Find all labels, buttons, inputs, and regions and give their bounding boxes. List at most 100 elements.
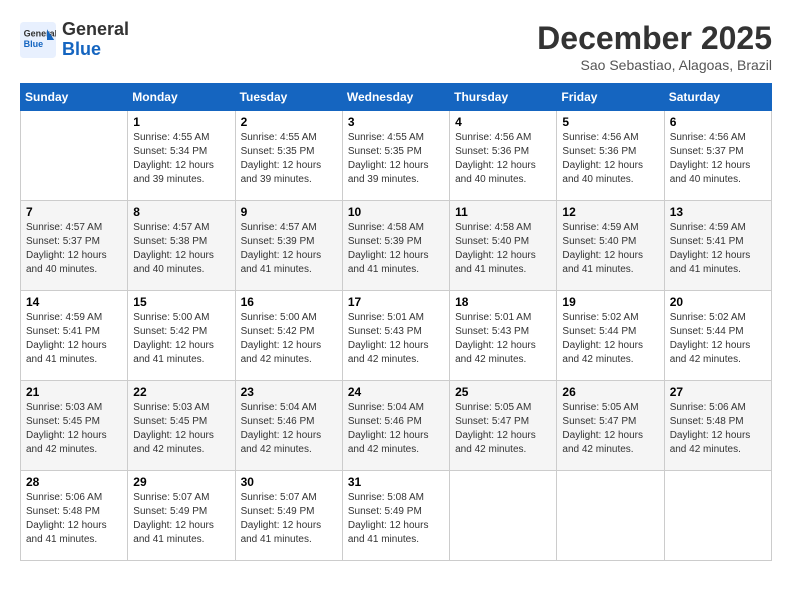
logo-blue: Blue	[62, 39, 101, 59]
week-row-4: 28Sunrise: 5:06 AM Sunset: 5:48 PM Dayli…	[21, 471, 772, 561]
calendar-cell	[450, 471, 557, 561]
day-number: 17	[348, 295, 444, 309]
day-number: 29	[133, 475, 229, 489]
day-number: 21	[26, 385, 122, 399]
calendar-cell: 11 Sunrise: 4:58 AM Sunset: 5:40 PM Dayli…	[450, 201, 557, 291]
calendar-cell: 30 Sunrise: 5:07 AM Sunset: 5:49 PM Dayli…	[235, 471, 342, 561]
day-number: 9	[241, 205, 337, 219]
calendar-cell: 22 Sunrise: 5:03 AM Sunset: 5:45 PM Dayli…	[128, 381, 235, 471]
logo-general: General	[62, 19, 129, 39]
calendar-cell: 21 Sunrise: 5:03 AM Sunset: 5:45 PM Dayli…	[21, 381, 128, 471]
day-number: 31	[348, 475, 444, 489]
calendar-cell: 3Sunrise: 4:55 AM Sunset: 5:35 PM Daylig…	[342, 111, 449, 201]
calendar-cell: 18Sunrise: 5:01 AM Sunset: 5:43 PM Dayli…	[450, 291, 557, 381]
calendar-cell: 31 Sunrise: 5:08 AM Sunset: 5:49 PM Dayli…	[342, 471, 449, 561]
calendar-cell: 2 Sunrise: 4:55 AM Sunset: 5:35 PM Daylig…	[235, 111, 342, 201]
day-number: 15	[133, 295, 229, 309]
page-header: General Blue General Blue December 2025 …	[20, 20, 772, 73]
calendar-cell	[21, 111, 128, 201]
day-info: Sunrise: 4:55 AM Sunset: 5:35 PM Dayligh…	[348, 131, 444, 187]
calendar-cell	[664, 471, 771, 561]
day-header-monday: Monday	[128, 84, 235, 111]
calendar-cell: 28Sunrise: 5:06 AM Sunset: 5:48 PM Dayli…	[21, 471, 128, 561]
day-info: Sunrise: 5:02 AM Sunset: 5:44 PM Dayligh…	[670, 311, 766, 367]
day-number: 19	[562, 295, 658, 309]
calendar-cell: 23Sunrise: 5:04 AM Sunset: 5:46 PM Dayli…	[235, 381, 342, 471]
day-info: Sunrise: 4:58 AM Sunset: 5:40 PM Dayligh…	[455, 221, 551, 277]
day-info: Sunrise: 5:06 AM Sunset: 5:48 PM Dayligh…	[670, 401, 766, 457]
day-info: Sunrise: 4:58 AM Sunset: 5:39 PM Dayligh…	[348, 221, 444, 277]
calendar-cell: 5 Sunrise: 4:56 AM Sunset: 5:36 PM Daylig…	[557, 111, 664, 201]
day-info: Sunrise: 5:01 AM Sunset: 5:43 PM Dayligh…	[455, 311, 551, 367]
week-row-0: 1Sunrise: 4:55 AM Sunset: 5:34 PM Daylig…	[21, 111, 772, 201]
day-number: 1	[133, 115, 229, 129]
day-number: 22	[133, 385, 229, 399]
week-row-1: 7 Sunrise: 4:57 AM Sunset: 5:37 PM Daylig…	[21, 201, 772, 291]
day-number: 10	[348, 205, 444, 219]
calendar-cell: 12Sunrise: 4:59 AM Sunset: 5:40 PM Dayli…	[557, 201, 664, 291]
calendar-cell: 8 Sunrise: 4:57 AM Sunset: 5:38 PM Daylig…	[128, 201, 235, 291]
day-info: Sunrise: 4:57 AM Sunset: 5:38 PM Dayligh…	[133, 221, 229, 277]
calendar-cell: 14 Sunrise: 4:59 AM Sunset: 5:41 PM Dayli…	[21, 291, 128, 381]
calendar-cell: 17 Sunrise: 5:01 AM Sunset: 5:43 PM Dayli…	[342, 291, 449, 381]
day-info: Sunrise: 4:56 AM Sunset: 5:37 PM Dayligh…	[670, 131, 766, 187]
day-header-friday: Friday	[557, 84, 664, 111]
day-number: 5	[562, 115, 658, 129]
day-number: 14	[26, 295, 122, 309]
day-info: Sunrise: 5:07 AM Sunset: 5:49 PM Dayligh…	[241, 491, 337, 547]
calendar-cell: 6 Sunrise: 4:56 AM Sunset: 5:37 PM Daylig…	[664, 111, 771, 201]
day-info: Sunrise: 5:07 AM Sunset: 5:49 PM Dayligh…	[133, 491, 229, 547]
calendar-cell: 16 Sunrise: 5:00 AM Sunset: 5:42 PM Dayli…	[235, 291, 342, 381]
day-number: 26	[562, 385, 658, 399]
day-info: Sunrise: 4:57 AM Sunset: 5:39 PM Dayligh…	[241, 221, 337, 277]
day-info: Sunrise: 5:01 AM Sunset: 5:43 PM Dayligh…	[348, 311, 444, 367]
day-info: Sunrise: 5:03 AM Sunset: 5:45 PM Dayligh…	[133, 401, 229, 457]
day-number: 11	[455, 205, 551, 219]
calendar-cell: 19 Sunrise: 5:02 AM Sunset: 5:44 PM Dayli…	[557, 291, 664, 381]
calendar: SundayMondayTuesdayWednesdayThursdayFrid…	[20, 83, 772, 561]
calendar-cell: 4Sunrise: 4:56 AM Sunset: 5:36 PM Daylig…	[450, 111, 557, 201]
day-info: Sunrise: 5:08 AM Sunset: 5:49 PM Dayligh…	[348, 491, 444, 547]
day-number: 30	[241, 475, 337, 489]
header-row: SundayMondayTuesdayWednesdayThursdayFrid…	[21, 84, 772, 111]
day-info: Sunrise: 5:03 AM Sunset: 5:45 PM Dayligh…	[26, 401, 122, 457]
day-info: Sunrise: 5:05 AM Sunset: 5:47 PM Dayligh…	[562, 401, 658, 457]
week-row-3: 21 Sunrise: 5:03 AM Sunset: 5:45 PM Dayli…	[21, 381, 772, 471]
day-number: 25	[455, 385, 551, 399]
day-info: Sunrise: 4:59 AM Sunset: 5:41 PM Dayligh…	[26, 311, 122, 367]
logo: General Blue General Blue	[20, 20, 129, 60]
day-number: 6	[670, 115, 766, 129]
day-info: Sunrise: 5:04 AM Sunset: 5:46 PM Dayligh…	[348, 401, 444, 457]
day-number: 20	[670, 295, 766, 309]
day-info: Sunrise: 4:56 AM Sunset: 5:36 PM Dayligh…	[562, 131, 658, 187]
day-number: 2	[241, 115, 337, 129]
logo-icon: General Blue	[20, 22, 56, 58]
day-number: 24	[348, 385, 444, 399]
day-info: Sunrise: 4:56 AM Sunset: 5:36 PM Dayligh…	[455, 131, 551, 187]
day-header-wednesday: Wednesday	[342, 84, 449, 111]
day-number: 16	[241, 295, 337, 309]
calendar-cell: 9 Sunrise: 4:57 AM Sunset: 5:39 PM Daylig…	[235, 201, 342, 291]
day-number: 8	[133, 205, 229, 219]
day-info: Sunrise: 4:57 AM Sunset: 5:37 PM Dayligh…	[26, 221, 122, 277]
day-header-saturday: Saturday	[664, 84, 771, 111]
title-block: December 2025 Sao Sebastiao, Alagoas, Br…	[537, 20, 772, 73]
week-row-2: 14 Sunrise: 4:59 AM Sunset: 5:41 PM Dayli…	[21, 291, 772, 381]
day-number: 7	[26, 205, 122, 219]
day-number: 28	[26, 475, 122, 489]
calendar-header: SundayMondayTuesdayWednesdayThursdayFrid…	[21, 84, 772, 111]
day-info: Sunrise: 5:04 AM Sunset: 5:46 PM Dayligh…	[241, 401, 337, 457]
calendar-cell: 13Sunrise: 4:59 AM Sunset: 5:41 PM Dayli…	[664, 201, 771, 291]
day-info: Sunrise: 4:55 AM Sunset: 5:35 PM Dayligh…	[241, 131, 337, 187]
calendar-cell: 7 Sunrise: 4:57 AM Sunset: 5:37 PM Daylig…	[21, 201, 128, 291]
day-info: Sunrise: 5:05 AM Sunset: 5:47 PM Dayligh…	[455, 401, 551, 457]
day-info: Sunrise: 5:02 AM Sunset: 5:44 PM Dayligh…	[562, 311, 658, 367]
calendar-cell: 25 Sunrise: 5:05 AM Sunset: 5:47 PM Dayli…	[450, 381, 557, 471]
calendar-cell: 26 Sunrise: 5:05 AM Sunset: 5:47 PM Dayli…	[557, 381, 664, 471]
day-header-tuesday: Tuesday	[235, 84, 342, 111]
day-header-sunday: Sunday	[21, 84, 128, 111]
calendar-cell: 27Sunrise: 5:06 AM Sunset: 5:48 PM Dayli…	[664, 381, 771, 471]
calendar-cell: 29 Sunrise: 5:07 AM Sunset: 5:49 PM Dayli…	[128, 471, 235, 561]
day-info: Sunrise: 5:00 AM Sunset: 5:42 PM Dayligh…	[241, 311, 337, 367]
calendar-cell: 20 Sunrise: 5:02 AM Sunset: 5:44 PM Dayli…	[664, 291, 771, 381]
